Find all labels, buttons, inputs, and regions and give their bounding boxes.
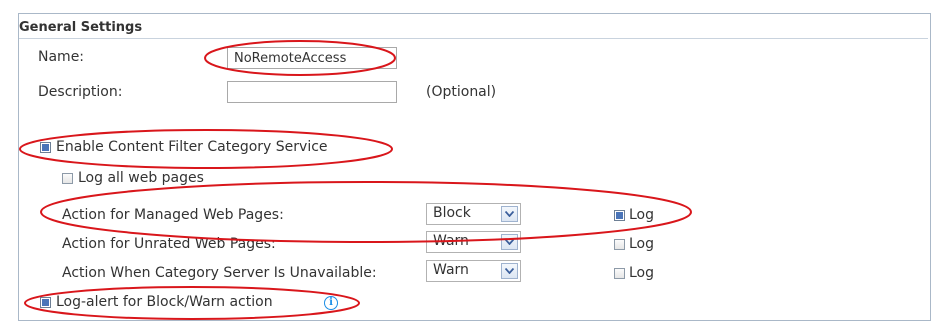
managed-web-pages-log-checkbox[interactable]: [614, 210, 625, 221]
server-unavailable-log-label: Log: [629, 265, 655, 281]
enable-content-filter-checkbox[interactable]: [40, 142, 51, 153]
server-unavailable-action-value: Warn: [433, 262, 469, 278]
log-alert-checkbox[interactable]: [40, 297, 51, 308]
managed-web-pages-log-label: Log: [629, 207, 655, 223]
log-all-web-pages-label: Log all web pages: [78, 170, 204, 186]
managed-web-pages-action-value: Block: [433, 205, 471, 221]
managed-web-pages-action-select[interactable]: Block: [426, 203, 521, 225]
unrated-web-pages-log-checkbox[interactable]: [614, 239, 625, 250]
unrated-web-pages-action-value: Warn: [433, 233, 469, 249]
enable-content-filter-label: Enable Content Filter Category Service: [56, 139, 328, 155]
description-field[interactable]: [227, 81, 397, 103]
server-unavailable-action-select[interactable]: Warn: [426, 260, 521, 282]
info-icon[interactable]: i: [324, 296, 338, 310]
server-unavailable-log-checkbox[interactable]: [614, 268, 625, 279]
chevron-down-icon[interactable]: [501, 206, 518, 222]
log-all-web-pages-checkbox[interactable]: [62, 173, 73, 184]
section-divider: [19, 38, 928, 39]
unrated-web-pages-label: Action for Unrated Web Pages:: [62, 236, 276, 252]
description-label: Description:: [38, 84, 123, 100]
log-alert-label: Log-alert for Block/Warn action: [56, 294, 273, 310]
chevron-down-icon[interactable]: [501, 263, 518, 279]
optional-hint: (Optional): [426, 84, 497, 100]
chevron-down-icon[interactable]: [501, 234, 518, 250]
managed-web-pages-label: Action for Managed Web Pages:: [62, 207, 284, 223]
name-field[interactable]: [227, 47, 397, 69]
server-unavailable-label: Action When Category Server Is Unavailab…: [62, 265, 377, 281]
name-label: Name:: [38, 49, 85, 65]
unrated-web-pages-log-label: Log: [629, 236, 655, 252]
section-title: General Settings: [19, 20, 143, 35]
unrated-web-pages-action-select[interactable]: Warn: [426, 231, 521, 253]
